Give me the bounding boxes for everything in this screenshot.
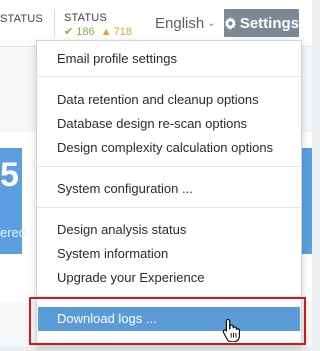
- annotation-highlight-box: [29, 297, 306, 345]
- warning-count: 718: [113, 26, 132, 38]
- warning-triangle-icon: ▲: [100, 26, 112, 38]
- menu-separator: [37, 76, 301, 77]
- menu-item-database-rescan[interactable]: Database design re-scan options: [57, 116, 247, 131]
- status-widget[interactable]: STATUS ✔ 186 ▲ 718: [64, 12, 132, 38]
- ok-count: 186: [76, 26, 95, 38]
- stat-caption-left: ered: [0, 225, 27, 240]
- settings-label: Settings: [239, 14, 299, 32]
- divider: [54, 9, 55, 37]
- language-label: English: [155, 15, 205, 32]
- menu-item-system-information[interactable]: System information: [57, 246, 168, 261]
- hand-pointer-icon: [222, 318, 240, 342]
- menu-item-design-analysis-status[interactable]: Design analysis status: [57, 222, 186, 237]
- stat-value: 5: [0, 156, 19, 194]
- menu-item-design-complexity[interactable]: Design complexity calculation options: [57, 140, 273, 155]
- menu-separator: [37, 166, 301, 167]
- menu-item-system-configuration[interactable]: System configuration ...: [57, 181, 193, 196]
- status-label-previous: STATUS: [0, 13, 43, 25]
- menu-item-data-retention[interactable]: Data retention and cleanup options: [57, 92, 259, 107]
- status-label: STATUS: [64, 12, 107, 24]
- status-counts: ✔ 186 ▲ 718: [64, 25, 132, 38]
- check-icon: ✔: [64, 26, 74, 38]
- menu-item-upgrade-experience[interactable]: Upgrade your Experience: [57, 270, 204, 285]
- language-selector[interactable]: English ⌄: [155, 15, 216, 32]
- chevron-down-icon: ⌄: [207, 18, 216, 29]
- menu-separator: [37, 207, 301, 208]
- menu-item-email-profile-settings[interactable]: Email profile settings: [57, 51, 177, 66]
- settings-button[interactable]: Settings: [224, 9, 299, 37]
- gear-icon: [224, 16, 237, 30]
